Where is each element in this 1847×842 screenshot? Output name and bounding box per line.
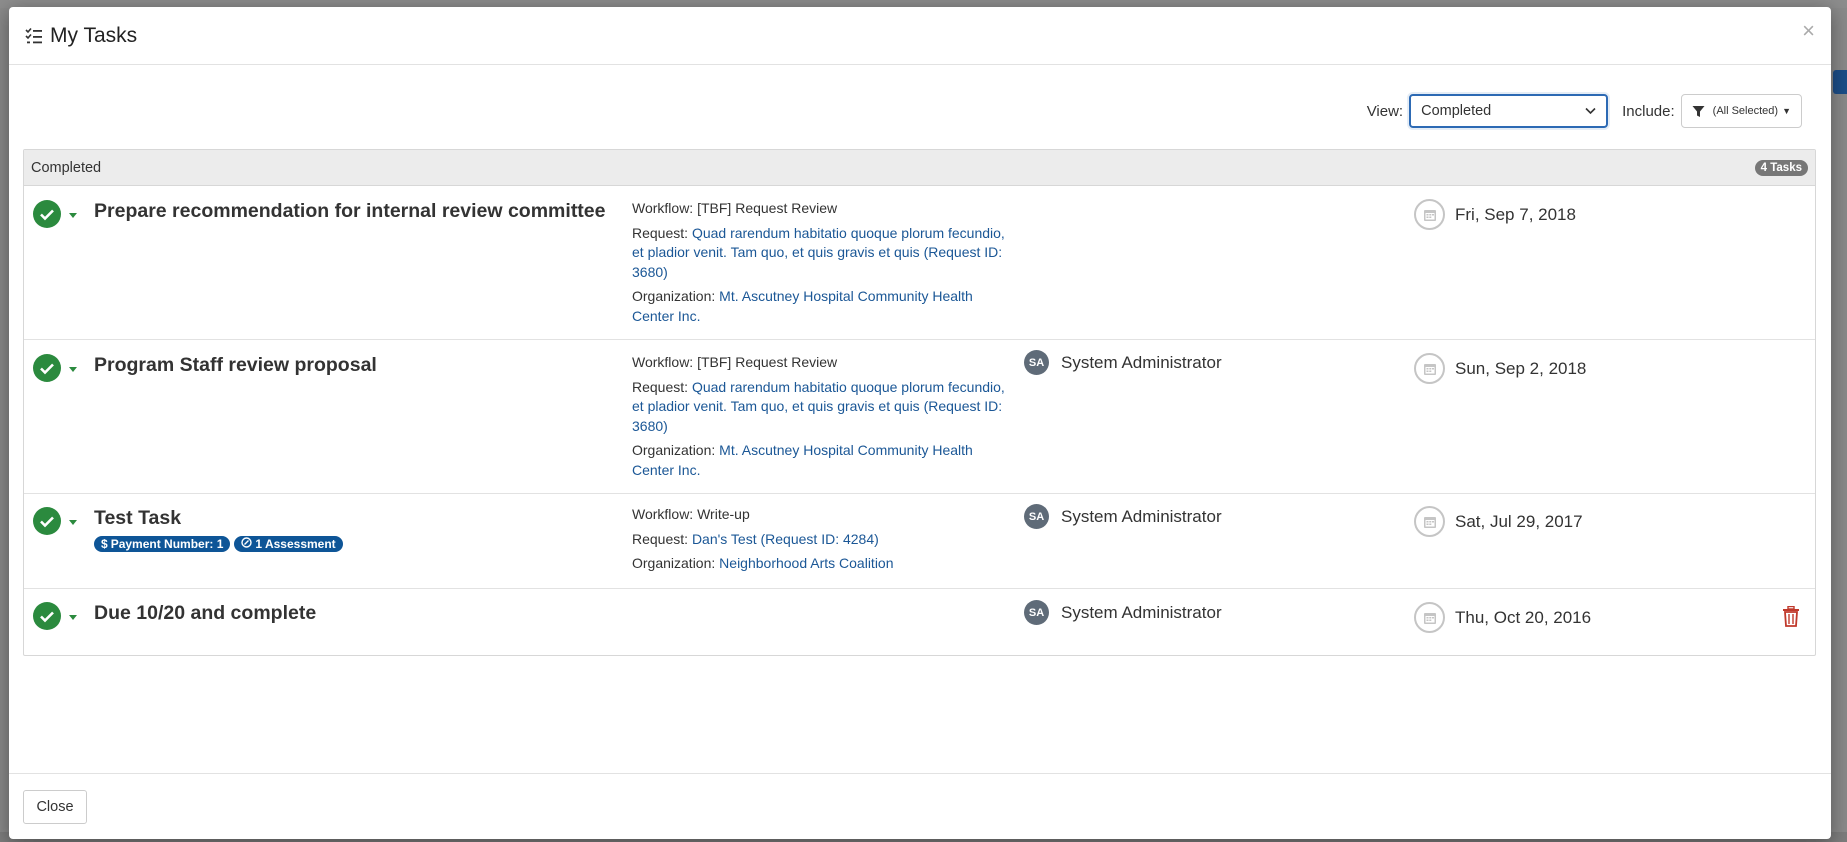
- assessment-icon: [241, 537, 253, 551]
- background-button: [1833, 70, 1847, 94]
- calendar-icon: [1414, 199, 1445, 230]
- check-circle-icon[interactable]: [33, 354, 61, 382]
- avatar: SA: [1024, 350, 1049, 375]
- panel-heading: Completed 4 Tasks: [24, 150, 1815, 186]
- task-row: Test Task $ Payment Number: 1 1 Assessme…: [24, 494, 1815, 589]
- task-date: Fri, Sep 7, 2018: [1414, 199, 1576, 230]
- panel-title: Completed: [31, 159, 102, 176]
- date-text: Sun, Sep 2, 2018: [1455, 358, 1587, 378]
- caret-down-icon: ▼: [1782, 106, 1791, 116]
- assignee-name: System Administrator: [1061, 602, 1222, 622]
- request-label: Request:: [632, 224, 689, 241]
- date-text: Thu, Oct 20, 2016: [1455, 607, 1592, 627]
- check-circle-icon[interactable]: [33, 200, 61, 228]
- task-row: Due 10/20 and complete SA System Adminis…: [24, 589, 1815, 647]
- request-label: Request:: [632, 378, 689, 395]
- task-count-badge: 4 Tasks: [1754, 159, 1808, 176]
- task-menu-caret-icon[interactable]: [69, 520, 77, 525]
- task-title[interactable]: Test Task: [94, 507, 181, 530]
- organization-label: Organization:: [632, 288, 716, 304]
- task-title[interactable]: Program Staff review proposal: [94, 354, 377, 377]
- task-menu-caret-icon[interactable]: [69, 213, 77, 218]
- chevron-down-icon: [1585, 104, 1596, 118]
- request-link[interactable]: Quad rarendum habitatio quoque plorum fe…: [632, 379, 1005, 434]
- trash-icon[interactable]: [1782, 605, 1800, 632]
- workflow-value: Write-up: [697, 506, 750, 522]
- calendar-icon: [1414, 353, 1445, 384]
- include-filter-button[interactable]: (All Selected) ▼: [1680, 94, 1802, 128]
- avatar: SA: [1024, 600, 1049, 625]
- request-label: Request:: [632, 530, 689, 547]
- payment-badge[interactable]: $ Payment Number: 1: [94, 536, 231, 552]
- task-details: Workflow: [TBF] Request Review Request: …: [632, 199, 1007, 331]
- calendar-icon: [1414, 602, 1445, 633]
- task-badges: $ Payment Number: 1 1 Assessment: [94, 536, 343, 552]
- completed-tasks-panel: Completed 4 Tasks Prepare recommendation…: [23, 149, 1816, 656]
- assignee-name: System Administrator: [1061, 506, 1222, 526]
- close-icon[interactable]: ×: [1802, 20, 1815, 42]
- task-title[interactable]: Due 10/20 and complete: [94, 602, 316, 625]
- view-select[interactable]: Completed: [1409, 94, 1609, 128]
- organization-label: Organization:: [632, 555, 716, 571]
- check-circle-icon[interactable]: [33, 507, 61, 535]
- avatar: SA: [1024, 504, 1049, 529]
- organization-link[interactable]: Neighborhood Arts Coalition: [719, 555, 893, 571]
- assessment-badge-label: 1 Assessment: [255, 537, 336, 551]
- payment-badge-label: Payment Number: 1: [110, 537, 224, 551]
- task-menu-caret-icon[interactable]: [69, 367, 77, 372]
- request-link[interactable]: Quad rarendum habitatio quoque plorum fe…: [632, 225, 1005, 280]
- close-button[interactable]: Close: [23, 790, 87, 824]
- task-toolbar: View: Completed Include: (All Selected) …: [1367, 94, 1802, 128]
- task-assignee: SA System Administrator: [1024, 600, 1222, 625]
- date-text: Fri, Sep 7, 2018: [1455, 204, 1576, 224]
- task-row: Prepare recommendation for internal revi…: [24, 186, 1815, 340]
- task-date: Sun, Sep 2, 2018: [1414, 353, 1586, 384]
- dollar-icon: $: [101, 537, 108, 551]
- date-text: Sat, Jul 29, 2017: [1455, 511, 1583, 531]
- workflow-value: [TBF] Request Review: [697, 354, 838, 370]
- modal-header: My Tasks ×: [9, 7, 1831, 65]
- task-date: Thu, Oct 20, 2016: [1414, 602, 1591, 633]
- task-row: Program Staff review proposal Workflow: …: [24, 340, 1815, 494]
- calendar-icon: [1414, 506, 1445, 537]
- workflow-value: [TBF] Request Review: [697, 200, 838, 216]
- organization-label: Organization:: [632, 442, 716, 458]
- task-assignee: SA System Administrator: [1024, 504, 1222, 529]
- include-filter-value: (All Selected): [1712, 105, 1779, 117]
- view-label: View:: [1366, 102, 1404, 120]
- task-menu-caret-icon[interactable]: [69, 615, 77, 620]
- task-details: Workflow: [TBF] Request Review Request: …: [632, 353, 1007, 485]
- assessment-badge[interactable]: 1 Assessment: [234, 536, 343, 552]
- request-link[interactable]: Dan's Test (Request ID: 4284): [692, 531, 879, 547]
- modal-title: My Tasks: [50, 23, 138, 47]
- tasks-list-icon: [25, 27, 43, 45]
- check-circle-icon[interactable]: [33, 602, 61, 630]
- task-assignee: SA System Administrator: [1024, 350, 1222, 375]
- workflow-label: Workflow:: [632, 354, 694, 370]
- assignee-name: System Administrator: [1061, 352, 1222, 372]
- view-select-value: Completed: [1421, 103, 1492, 119]
- include-label: Include:: [1622, 102, 1675, 120]
- my-tasks-modal: My Tasks × View: Completed Include: (All…: [9, 7, 1831, 839]
- modal-footer: Close: [9, 773, 1831, 839]
- workflow-label: Workflow:: [632, 506, 694, 522]
- task-details: Workflow: Write-up Request: Dan's Test (…: [632, 505, 1007, 579]
- filter-icon: [1692, 105, 1705, 118]
- task-date: Sat, Jul 29, 2017: [1414, 506, 1583, 537]
- task-title[interactable]: Prepare recommendation for internal revi…: [94, 200, 606, 223]
- workflow-label: Workflow:: [632, 200, 694, 216]
